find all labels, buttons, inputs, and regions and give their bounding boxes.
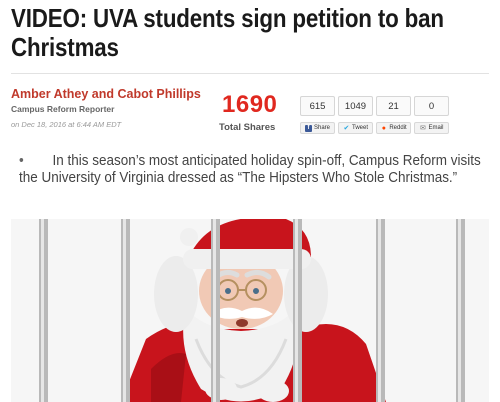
publish-date: on Dec 18, 2016 at 6:44 AM EDT	[11, 120, 122, 129]
reddit-share-label: Reddit	[389, 125, 407, 131]
email-share-button[interactable]: ✉ Email	[414, 122, 449, 134]
santa-illustration	[11, 219, 489, 402]
facebook-share-group: 615 f Share	[300, 96, 335, 134]
article-summary: • In this season’s most anticipated holid…	[19, 153, 489, 187]
facebook-share-button[interactable]: f Share	[300, 122, 335, 134]
santa-behind-bars-image	[11, 219, 489, 402]
twitter-tweet-button[interactable]: ✔ Tweet	[338, 122, 373, 134]
twitter-share-count: 1049	[338, 96, 373, 116]
email-share-label: Email	[428, 125, 444, 131]
email-share-group: 0 ✉ Email	[414, 96, 449, 134]
reddit-share-count: 21	[376, 96, 411, 116]
author-name-link[interactable]: Amber Athey and Cabot Phillips	[11, 87, 201, 101]
facebook-icon: f	[304, 124, 312, 132]
facebook-share-label: Share	[313, 125, 330, 131]
reddit-share-button[interactable]: ● Reddit	[376, 122, 411, 134]
twitter-icon: ✔	[343, 124, 350, 132]
twitter-tweet-label: Tweet	[351, 125, 368, 131]
total-shares-count: 1690	[222, 91, 278, 118]
email-icon: ✉	[420, 124, 426, 132]
reddit-icon: ●	[381, 124, 386, 132]
email-share-count: 0	[414, 96, 449, 116]
reddit-share-group: 21 ● Reddit	[376, 96, 411, 134]
total-shares-label: Total Shares	[219, 122, 276, 133]
twitter-share-group: 1049 ✔ Tweet	[338, 96, 373, 134]
summary-text: In this season’s most anticipated holida…	[19, 153, 481, 186]
summary-bullet: •	[19, 153, 24, 169]
facebook-share-count: 615	[300, 96, 335, 116]
article-headline: VIDEO: UVA students sign petition to ban…	[11, 3, 444, 62]
author-role: Campus Reform Reporter	[11, 104, 115, 114]
header-divider	[11, 73, 489, 74]
